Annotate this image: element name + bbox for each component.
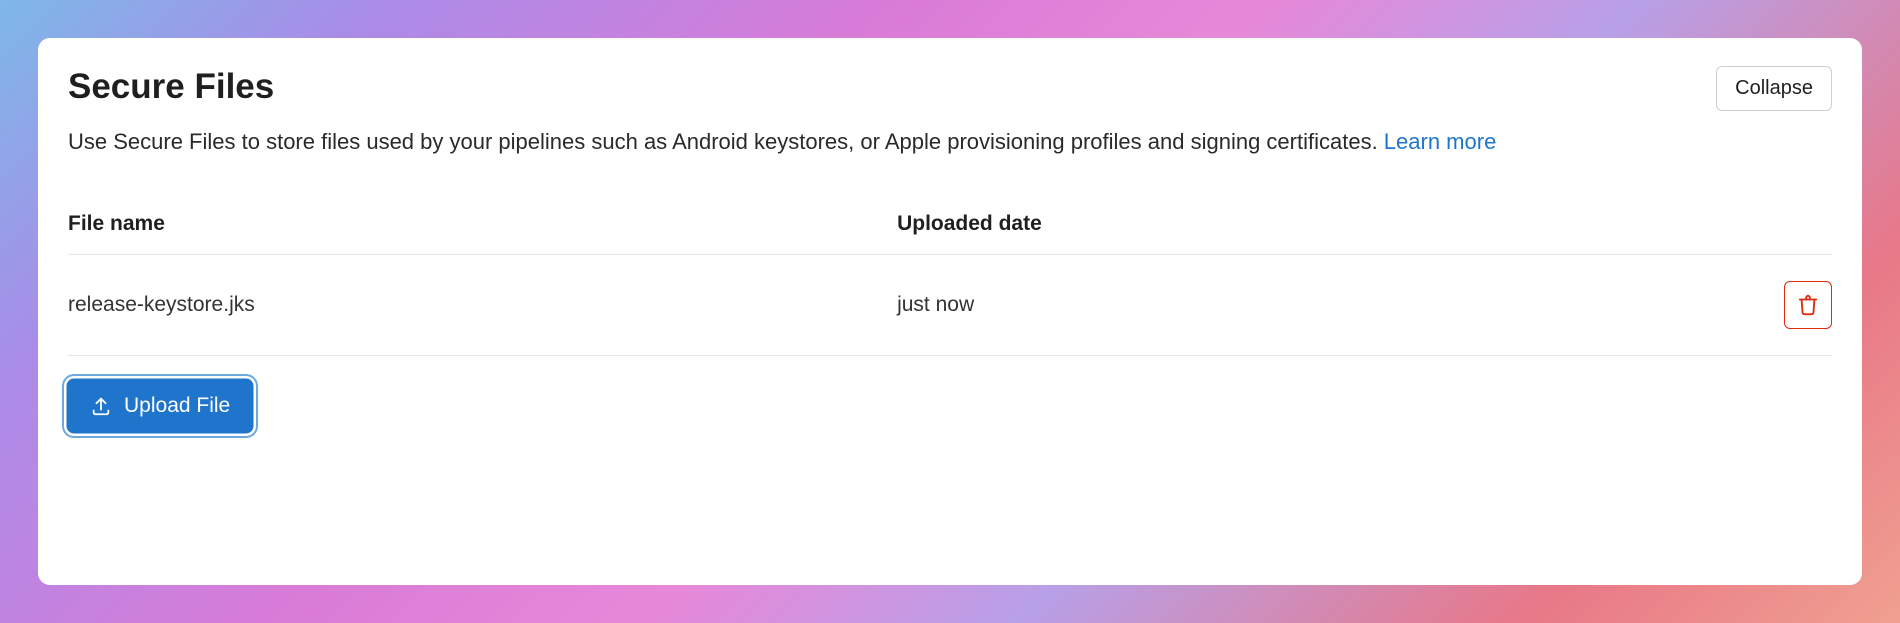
upload-icon: [90, 395, 112, 417]
files-table: File name Uploaded date release-keystore…: [68, 212, 1832, 356]
column-uploaded-date: Uploaded date: [897, 212, 1691, 236]
upload-file-button[interactable]: Upload File: [68, 380, 252, 432]
uploaded-date-cell: just now: [897, 293, 1691, 317]
delete-button[interactable]: [1784, 281, 1832, 329]
footer-actions: Upload File: [68, 380, 1832, 432]
description-text: Use Secure Files to store files used by …: [68, 129, 1384, 154]
table-header: File name Uploaded date: [68, 212, 1832, 255]
file-name-cell: release-keystore.jks: [68, 293, 897, 317]
column-actions: [1691, 212, 1832, 236]
column-file-name: File name: [68, 212, 897, 236]
secure-files-panel: Secure Files Collapse Use Secure Files t…: [38, 38, 1862, 585]
trash-icon: [1797, 294, 1819, 316]
learn-more-link[interactable]: Learn more: [1384, 129, 1497, 154]
panel-title: Secure Files: [68, 66, 274, 108]
collapse-button[interactable]: Collapse: [1716, 66, 1832, 111]
panel-header: Secure Files Collapse: [68, 66, 1832, 111]
panel-description: Use Secure Files to store files used by …: [68, 125, 1691, 158]
upload-button-label: Upload File: [124, 394, 230, 418]
actions-cell: [1691, 281, 1832, 329]
table-row: release-keystore.jks just now: [68, 255, 1832, 356]
